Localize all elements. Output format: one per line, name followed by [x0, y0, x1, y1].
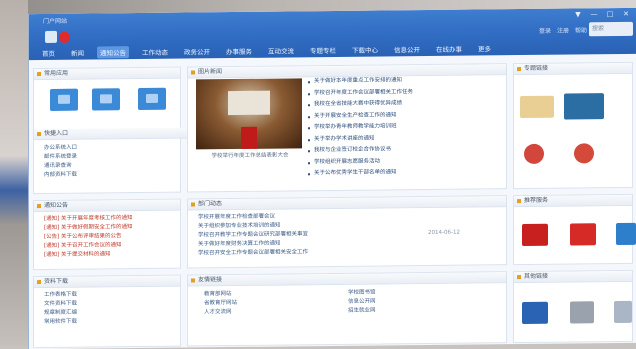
panel-title: 其他链接	[514, 270, 632, 284]
news-panel: 图片新闻 学校举行年度工作总结表彰大会 关于做好本年度重点工作安排的通知 学校召…	[187, 63, 507, 193]
notices-panel: 通知公告 [通知] 关于开展年度考核工作的通知 [通知] 关于做好假期安全工作的…	[33, 198, 181, 271]
page-content: 常用应用 快捷入口 办公系统入口 邮件系统登录 通讯录查询 内部资料下载 图片新…	[29, 58, 636, 349]
nav-item[interactable]: 政务公开	[181, 45, 213, 57]
notice-list: [通知] 关于开展年度考核工作的通知 [通知] 关于做好假期安全工作的通知 [公…	[34, 211, 180, 261]
promo-banner[interactable]	[520, 95, 554, 119]
links-col-1: 教育部网站 省教育厅网站 人才交流网	[194, 287, 237, 317]
nav-item[interactable]: 在线办事	[433, 43, 465, 55]
list-item[interactable]: [通知] 关于提交材料的通知	[44, 250, 180, 260]
dept-panel: 部门动态 学校开展年度工作检查部署会议 关于组织参加专业技术培训的通知 学校召开…	[187, 195, 507, 269]
list-item[interactable]: 办公系统入口	[44, 144, 77, 153]
promo-badge-icon[interactable]	[574, 143, 594, 164]
nav-item[interactable]: 专题专栏	[307, 44, 339, 56]
partner-tile-icon[interactable]	[614, 300, 632, 324]
nav-item[interactable]: 工作动态	[139, 46, 171, 58]
list-item[interactable]: 通讯录查询	[44, 162, 77, 171]
panel-title: 推荐服务	[514, 194, 632, 208]
news-list: 关于做好本年度重点工作安排的通知 学校召开年度工作会议部署相关工作任务 我校在全…	[308, 75, 413, 180]
nav-item[interactable]: 互动交流	[265, 44, 297, 56]
promo-badge-icon[interactable]	[524, 143, 544, 164]
nav-item[interactable]: 新闻	[68, 47, 87, 59]
app-tile-icon[interactable]	[50, 88, 78, 111]
panel-title: 通知公告	[34, 199, 180, 213]
links-col-2: 学校图书馆 信息公开网 招生就业网	[338, 286, 376, 316]
close-icon[interactable]: ✕	[621, 10, 631, 18]
apps-panel: 常用应用 快捷入口 办公系统入口 邮件系统登录 通讯录查询 内部资料下载	[33, 66, 190, 195]
minimize-icon[interactable]: —	[589, 10, 599, 18]
list-item[interactable]: 学校图书馆	[348, 289, 376, 298]
ads-panel: 专题链接	[513, 61, 633, 190]
search-input[interactable]: 搜索	[589, 21, 633, 37]
news-photo[interactable]	[196, 78, 302, 150]
downloads-panel: 资料下载 工作表格下载 文件资料下载 规章制度汇编 常用软件下载	[33, 274, 181, 349]
service-tile-icon[interactable]	[522, 223, 548, 247]
list-item[interactable]: 信息公开网	[348, 298, 376, 307]
nav-item[interactable]: 信息公开	[391, 43, 423, 55]
maximize-icon[interactable]: □	[605, 10, 615, 18]
user-links: 登录 注册 帮助	[539, 25, 587, 35]
service-tile-icon[interactable]	[570, 223, 596, 246]
panel-title: 常用应用	[34, 67, 180, 81]
list-item[interactable]: 教育部网站	[204, 290, 237, 299]
logo-circle-icon	[59, 31, 70, 43]
other-links-panel: 其他链接	[513, 269, 633, 344]
logo-square-icon	[45, 30, 57, 44]
partner-tile-icon[interactable]	[522, 301, 548, 325]
main-nav: 首页 新闻 通知公告 工作动态 政务公开 办事服务 互动交流 专题专栏 下载中心…	[39, 42, 494, 59]
list-item[interactable]: 人才交流网	[204, 308, 237, 317]
quick-links: 办公系统入口 邮件系统登录 通讯录查询 内部资料下载	[34, 141, 77, 180]
promo-banner[interactable]	[564, 93, 604, 120]
browser-window: 门户网站 ▼ — □ ✕ 登录 注册 帮助 搜索 首页 新闻 通知公告 工作动态…	[28, 7, 636, 349]
app-tile-icon[interactable]	[138, 87, 166, 111]
window-controls: ▼ — □ ✕	[573, 10, 631, 19]
partner-tile-icon[interactable]	[570, 301, 594, 324]
download-list: 工作表格下载 文件资料下载 规章制度汇编 常用软件下载	[34, 287, 180, 328]
list-item[interactable]: 省教育厅网站	[204, 299, 237, 308]
dropdown-icon[interactable]: ▼	[573, 10, 583, 18]
list-item[interactable]: 内部资料下载	[44, 171, 77, 180]
links-panel: 友情链接 教育部网站 省教育厅网站 人才交流网 学校图书馆 信息公开网 招生就业…	[187, 271, 507, 347]
title-bar: 门户网站 ▼ — □ ✕ 登录 注册 帮助 搜索 首页 新闻 通知公告 工作动态…	[29, 7, 636, 61]
list-item[interactable]: 学校召开安全工作专题会议部署相关安全工作	[198, 246, 506, 258]
list-item[interactable]: 常用软件下载	[44, 317, 180, 327]
panel-title: 快捷入口	[34, 127, 190, 141]
list-item[interactable]: 招生就业网	[348, 307, 376, 316]
service-tile-icon[interactable]	[616, 222, 636, 246]
help-link[interactable]: 帮助	[575, 25, 587, 34]
login-link[interactable]: 登录	[539, 26, 551, 35]
list-item[interactable]: 关于公布优秀学生干部名单的通知	[308, 167, 413, 180]
site-logo[interactable]	[45, 30, 79, 44]
panel-title: 友情链接	[188, 272, 506, 287]
nav-item[interactable]: 更多	[475, 42, 494, 54]
nav-item[interactable]: 下载中心	[349, 43, 381, 55]
desktop-background-left	[0, 0, 28, 346]
app-tile-icon[interactable]	[92, 88, 120, 111]
register-link[interactable]: 注册	[557, 26, 569, 35]
news-photo-carpet	[241, 126, 257, 149]
app-title: 门户网站	[43, 17, 68, 26]
panel-title: 资料下载	[34, 275, 180, 289]
nav-item[interactable]: 首页	[39, 47, 58, 59]
list-item[interactable]: 邮件系统登录	[44, 153, 77, 162]
nav-item[interactable]: 办事服务	[223, 45, 255, 57]
news-photo-screen	[228, 90, 270, 116]
news-caption[interactable]: 学校举行年度工作总结表彰大会	[202, 150, 298, 159]
panel-title: 专题链接	[514, 62, 632, 76]
dept-date: 2014-06-12	[428, 229, 460, 236]
nav-item-active[interactable]: 通知公告	[97, 46, 129, 59]
service-panel: 推荐服务	[513, 193, 636, 266]
